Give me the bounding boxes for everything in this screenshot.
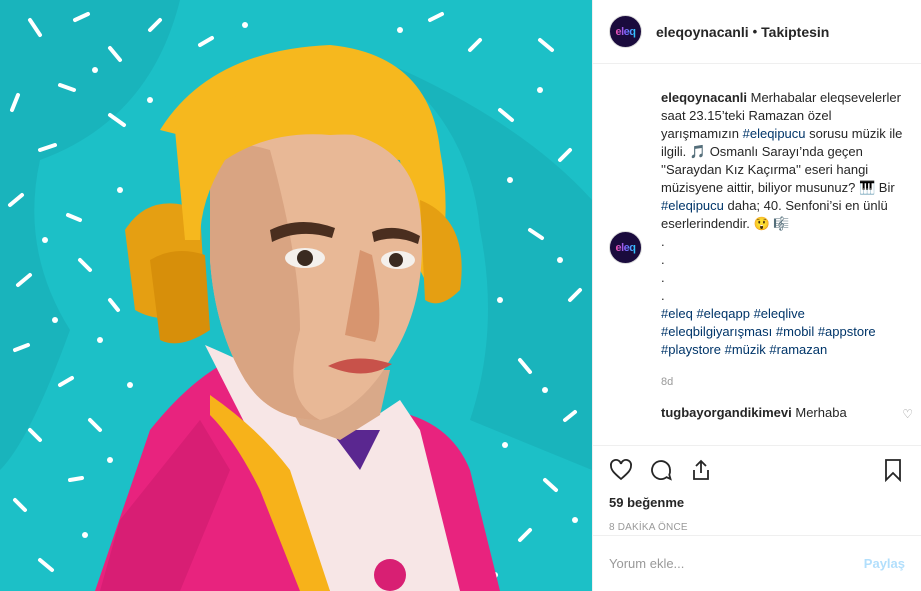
hashtag-link[interactable]: #eleqlive [754,306,805,321]
caption-username[interactable]: eleqoynacanli [661,90,747,105]
bookmark-icon[interactable] [881,458,905,482]
actions-area: 59 beğenme 8 DAKİKA ÖNCE [593,445,921,533]
post-details-panel: eleq eleqoynacanli • Takiptesin eleq ele… [592,0,921,591]
hashtag-link[interactable]: #ramazan [769,342,827,357]
comment-like-icon[interactable]: ♡ [902,407,913,421]
hashtag-link[interactable]: #appstore [818,324,876,339]
mozart-illustration [0,0,592,591]
comment-icon[interactable] [649,458,673,482]
likes-row: 59 beğenme [609,494,905,512]
post-time[interactable]: 8 DAKİKA ÖNCE [609,522,905,533]
post-comment-button[interactable]: Paylaş [864,556,905,571]
header-username[interactable]: eleqoynacanli [656,24,749,40]
hashtag-link[interactable]: #playstore [661,342,721,357]
comment-input[interactable] [609,556,864,571]
hashtag-link[interactable]: #eleq [661,306,693,321]
share-icon[interactable] [689,458,713,482]
music-score-emoji: 🎼 [773,216,790,231]
eleq-logo: eleq [615,241,636,254]
caption-body: eleqoynacanli Merhabalar eleqsevelerler … [661,89,905,391]
hashtag-row: #eleq #eleqapp #eleqlive [661,305,905,323]
follow-status-button[interactable]: Takiptesin [761,24,829,40]
caption-timestamp[interactable]: 8d [661,373,905,391]
caption: eleq eleqoynacanli Merhabalar eleqsevele… [609,89,905,391]
hashtag-row: #playstore #müzik #ramazan [661,341,905,359]
add-comment-bar: Paylaş [593,535,921,591]
hashtag-link[interactable]: #mobil [776,324,814,339]
hashtag-link[interactable]: #eleqipucu [743,126,806,141]
post-image[interactable] [0,0,592,591]
header-separator: • [752,24,758,39]
comment-text: Merhaba [795,405,847,420]
comment-item: tugbayorgandikimevi Merhaba ♡ [661,405,913,421]
heart-icon[interactable] [609,458,633,482]
hashtag-link[interactable]: #müzik [725,342,766,357]
caption-dot: . [661,288,665,303]
caption-dot: . [661,252,665,267]
post-header: eleq eleqoynacanli • Takiptesin [593,0,921,64]
eleq-logo: eleq [615,25,636,38]
caption-avatar[interactable]: eleq [609,231,642,264]
comment-username[interactable]: tugbayorgandikimevi [661,405,792,420]
hashtag-link[interactable]: #eleqbilgiyarışması [661,324,772,339]
comments-section[interactable]: eleq eleqoynacanli Merhabalar eleqsevele… [593,65,921,445]
hashtag-link[interactable]: #eleqipucu [661,198,724,213]
caption-dot: . [661,270,665,285]
caption-dot: . [661,234,665,249]
hashtag-row: #eleqbilgiyarışması #mobil #appstore [661,323,905,341]
likes-count[interactable]: 59 beğenme [609,495,684,510]
hashtag-link[interactable]: #eleqapp [696,306,750,321]
action-icons-row [609,446,905,494]
avatar[interactable]: eleq [609,15,642,48]
